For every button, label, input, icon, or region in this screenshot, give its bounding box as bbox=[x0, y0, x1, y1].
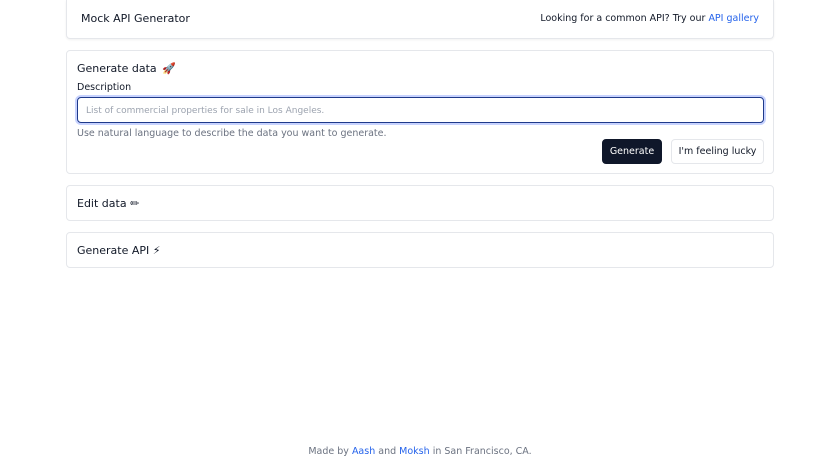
generate-api-title: Generate API ⚡ bbox=[77, 244, 161, 257]
edit-data-section[interactable]: Edit data ✏ bbox=[66, 185, 774, 221]
edit-data-title: Edit data ✏ bbox=[77, 197, 139, 210]
footer-suffix: in San Francisco, CA. bbox=[432, 446, 532, 457]
generate-api-section[interactable]: Generate API ⚡ bbox=[66, 232, 774, 268]
generate-data-title-text: Generate data bbox=[77, 62, 157, 75]
pencil-icon: ✏ bbox=[130, 197, 140, 210]
generate-data-title: Generate data 🚀 bbox=[77, 62, 176, 75]
footer: Made by Aash and Moksh in San Francisco,… bbox=[0, 446, 840, 457]
page: Mock API Generator Looking for a common … bbox=[0, 0, 840, 472]
gallery-prompt: Looking for a common API? Try our API ga… bbox=[540, 13, 759, 24]
description-helper-text: Use natural language to describe the dat… bbox=[77, 128, 387, 139]
feeling-lucky-button[interactable]: I'm feeling lucky bbox=[671, 139, 764, 164]
generate-button[interactable]: Generate bbox=[602, 139, 662, 164]
app-title: Mock API Generator bbox=[81, 12, 190, 25]
gallery-prompt-text: Looking for a common API? Try our bbox=[540, 13, 706, 24]
edit-data-title-text: Edit data bbox=[77, 197, 127, 210]
description-input[interactable] bbox=[78, 99, 763, 123]
lightning-icon: ⚡ bbox=[152, 244, 161, 257]
author-moksh-link[interactable]: Moksh bbox=[399, 446, 429, 457]
rocket-icon: 🚀 bbox=[162, 62, 176, 75]
top-header: Mock API Generator Looking for a common … bbox=[66, 0, 774, 39]
footer-conj: and bbox=[378, 446, 397, 457]
footer-prefix: Made by bbox=[308, 446, 349, 457]
description-input-wrapper bbox=[77, 97, 764, 123]
generate-api-title-text: Generate API bbox=[77, 244, 150, 257]
generate-data-section: Generate data 🚀 Description Use natural … bbox=[66, 50, 774, 174]
author-aash-link[interactable]: Aash bbox=[352, 446, 375, 457]
description-label: Description bbox=[77, 82, 132, 93]
api-gallery-link[interactable]: API gallery bbox=[708, 13, 759, 24]
